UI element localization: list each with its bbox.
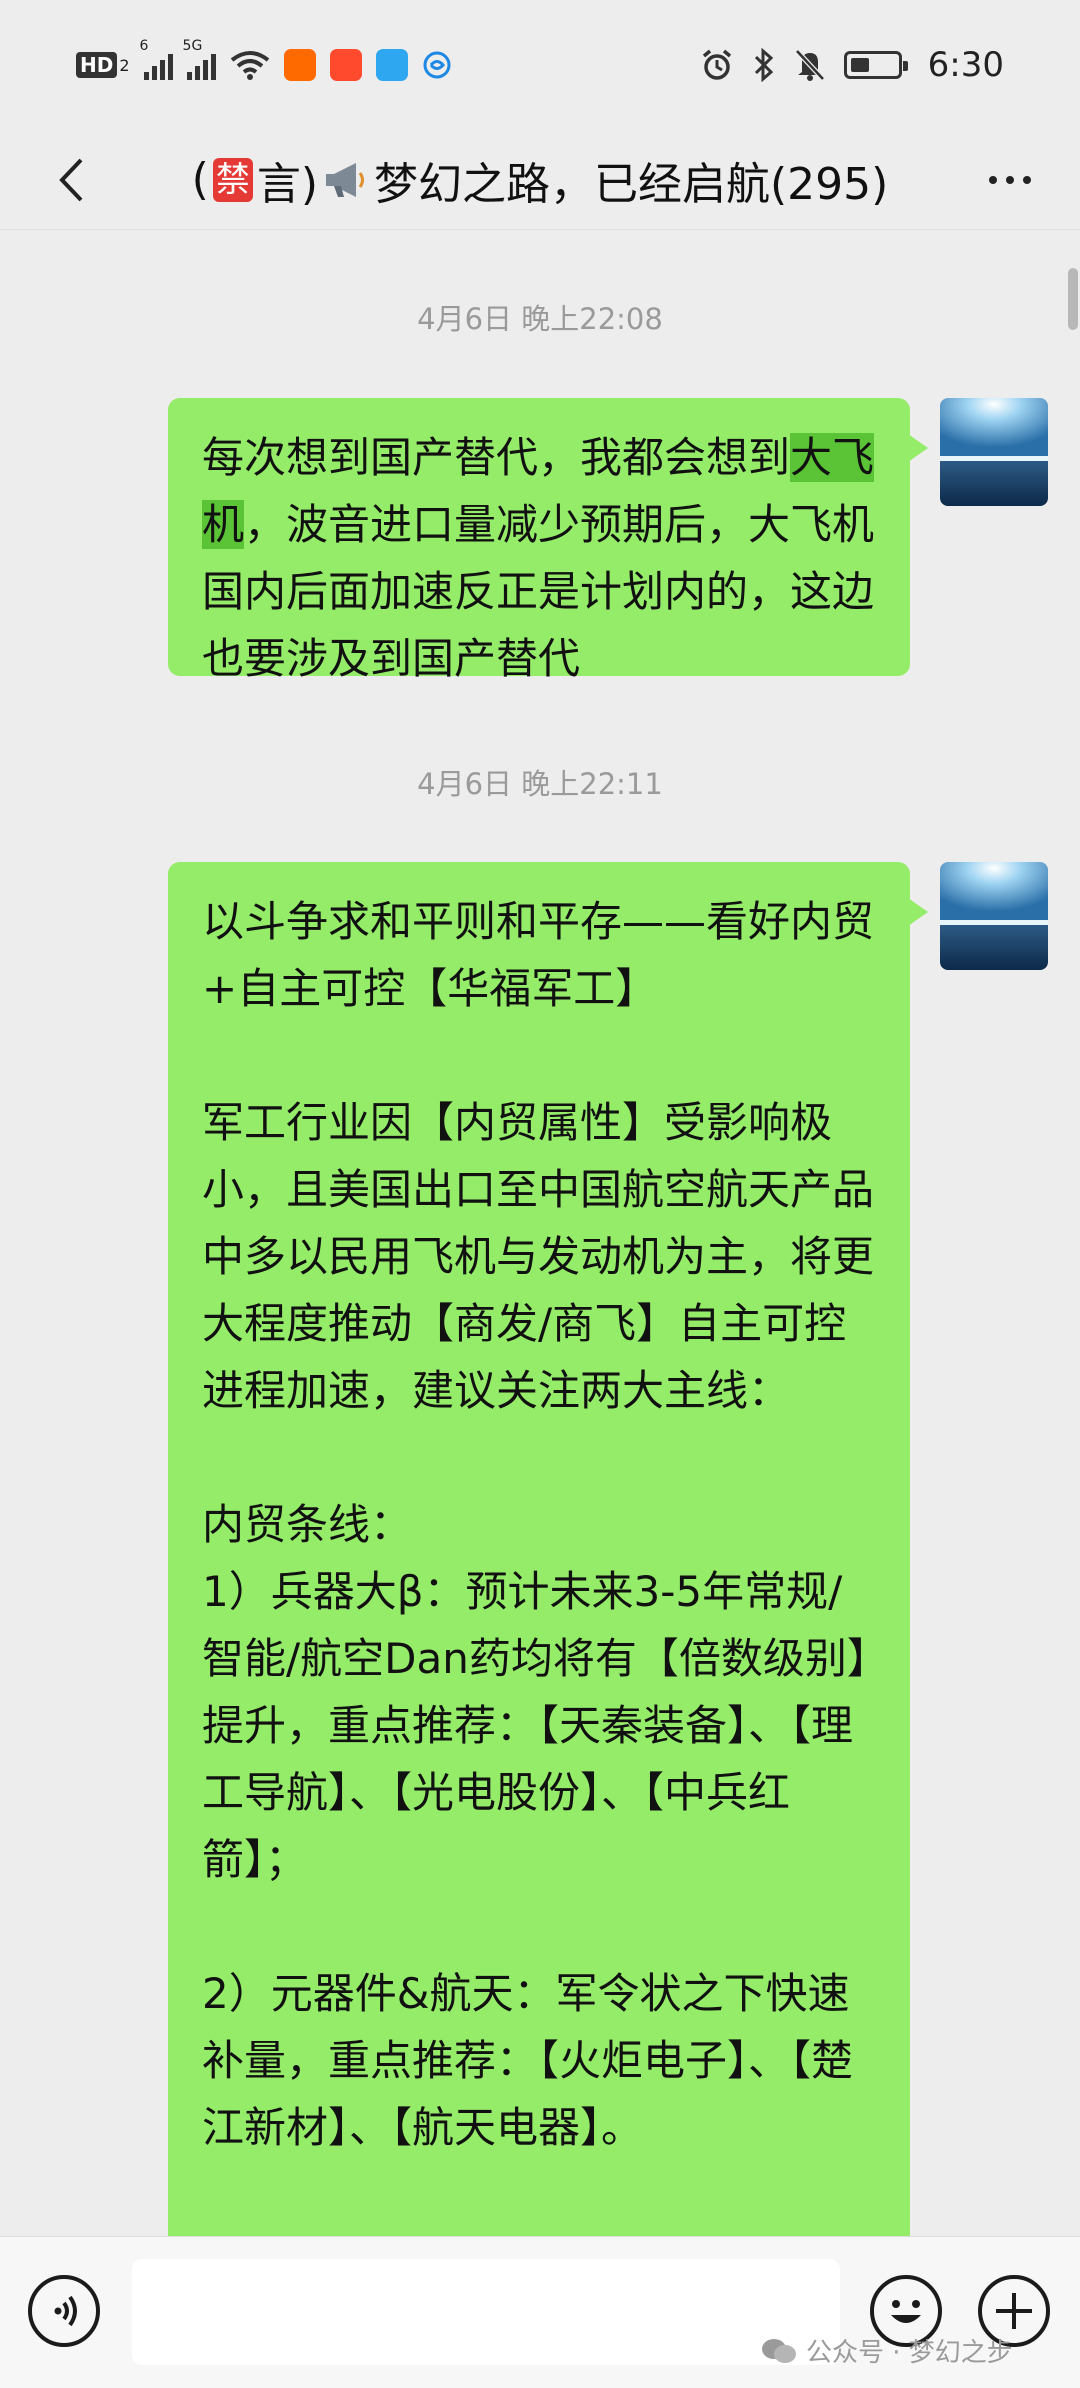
- wechat-logo-icon: [762, 2338, 796, 2363]
- cell-signal-1-icon: 6: [140, 38, 173, 80]
- voice-icon: [54, 2295, 77, 2327]
- status-bar-right: 6:30: [700, 45, 1004, 85]
- hd-label: HD: [76, 52, 118, 78]
- hd-sub: 2: [119, 55, 130, 75]
- message-timestamp: 4月6日 晚上22:11: [417, 767, 663, 801]
- back-button[interactable]: [44, 152, 100, 208]
- status-time: 6:30: [927, 45, 1004, 85]
- avatar[interactable]: [940, 862, 1048, 970]
- ban-badge: 禁: [212, 157, 253, 202]
- app-notification-icon-1: [283, 49, 316, 81]
- voice-button[interactable]: [28, 2275, 100, 2347]
- message-timestamp: 4月6日 晚上22:08: [417, 302, 663, 336]
- watermark: 公众号 · 梦幻之步: [760, 2332, 1013, 2369]
- more-dot: [1023, 176, 1031, 184]
- message-text: 以斗争求和平则和平存——看好内贸+自主可控【华福军工】 军工行业因【内贸属性】受…: [202, 897, 875, 2152]
- avatar[interactable]: [940, 398, 1048, 506]
- back-chevron-icon: [59, 158, 83, 202]
- megaphone-icon: [326, 162, 364, 197]
- battery-icon: [843, 51, 908, 79]
- message-input[interactable]: [132, 2259, 840, 2365]
- hd-indicator: HD 2: [76, 52, 130, 78]
- status-bar-left: HD 2 6 5G: [76, 38, 452, 81]
- message-text-pre: 每次想到国产替代，我都会想到: [202, 433, 791, 482]
- status-bar: HD 2 6 5G 6:30: [0, 0, 1080, 130]
- chat-header: ( 禁 言) 梦幻之路，已经启航(295): [0, 130, 1080, 230]
- message-text-post: ，波音进口量减少预期后，大飞机国内后面加速反正是计划内的，这边也要涉及到国产替代: [202, 500, 875, 683]
- avatar-image: [940, 862, 1048, 970]
- more-button[interactable]: [980, 158, 1040, 202]
- message-bubble[interactable]: 以斗争求和平则和平存——看好内贸+自主可控【华福军工】 军工行业因【内贸属性】受…: [168, 862, 928, 2262]
- signal2-label: 5G: [182, 38, 203, 54]
- title-mid: 言): [256, 158, 318, 210]
- app-notification-icon-3: [375, 49, 408, 81]
- wifi-icon: [230, 51, 269, 80]
- watermark-text: 公众号 · 梦幻之步: [806, 2338, 1013, 2368]
- message-bubble[interactable]: 每次想到国产替代，我都会想到大飞机，波音进口量减少预期后，大飞机国内后面加速反正…: [168, 398, 928, 683]
- avatar-image: [940, 398, 1048, 506]
- chat-title: ( 禁 言) 梦幻之路，已经启航(295): [192, 148, 889, 212]
- more-dot: [1006, 176, 1014, 184]
- more-dots-icon: [989, 176, 997, 184]
- title-open: (: [191, 154, 209, 205]
- mute-bell-icon: [794, 49, 825, 81]
- bluetooth-icon: [754, 48, 773, 82]
- app-notification-icon-4: [423, 51, 451, 79]
- title-name: 梦幻之路，已经启航(295): [374, 158, 889, 210]
- app-notification-icon-2: [329, 49, 362, 81]
- signal1-label: 6: [139, 38, 149, 54]
- cell-signal-2-icon: 5G: [183, 38, 216, 80]
- alarm-icon: [702, 49, 731, 80]
